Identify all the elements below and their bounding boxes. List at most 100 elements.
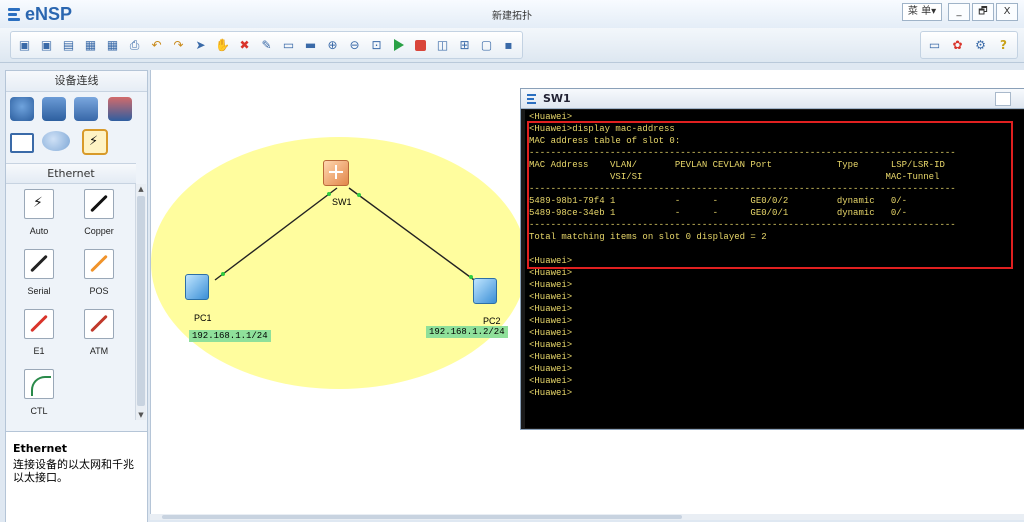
cloud-category-icon[interactable] bbox=[42, 131, 70, 151]
delete-links-icon[interactable]: ✎ bbox=[257, 35, 276, 55]
wireless-category-icon[interactable] bbox=[74, 97, 98, 121]
zoom-in-icon[interactable]: ⊕ bbox=[323, 35, 342, 55]
cable-serial[interactable]: Serial bbox=[16, 249, 62, 305]
menu-button[interactable]: 菜 单▾ bbox=[902, 3, 942, 21]
terminal-app-icon bbox=[527, 93, 539, 104]
ctl-cable-icon bbox=[24, 369, 54, 399]
terminal-line: ----------------------------------------… bbox=[529, 184, 956, 194]
undo-icon[interactable]: ↶ bbox=[147, 35, 166, 55]
pos-cable-icon bbox=[84, 249, 114, 279]
terminal-line: <Huawei> bbox=[529, 112, 573, 122]
serial-cable-icon bbox=[24, 249, 54, 279]
cable-pos[interactable]: POS bbox=[76, 249, 122, 305]
help-icon[interactable]: ? bbox=[994, 35, 1013, 55]
huawei-icon[interactable]: ✿ bbox=[948, 35, 967, 55]
cable-e1[interactable]: E1 bbox=[16, 309, 62, 365]
terminal-titlebar[interactable]: SW1 bbox=[521, 89, 1024, 109]
cable-ctl[interactable]: CTL bbox=[16, 369, 62, 425]
pan-icon[interactable]: ✋ bbox=[213, 35, 232, 55]
terminal-line: ----------------------------------------… bbox=[529, 148, 956, 158]
description-box: Ethernet 连接设备的以太网和千兆以太接口。 bbox=[6, 431, 147, 522]
scroll-thumb[interactable] bbox=[137, 196, 145, 406]
terminal-line: <Huawei> bbox=[529, 316, 573, 326]
pc1-device[interactable] bbox=[185, 274, 215, 306]
settings-icon[interactable]: ⚙ bbox=[971, 35, 990, 55]
redo-icon[interactable]: ↷ bbox=[169, 35, 188, 55]
select-icon[interactable]: ➤ bbox=[191, 35, 210, 55]
restore-button[interactable]: 🗗 bbox=[972, 3, 994, 21]
toolbar-main-group: ▣ ▣ ▤ ▦ ▦ ⎙ ↶ ↷ ➤ ✋ ✖ ✎ ▭ ▬ ⊕ ⊖ ⊡ ◫ ⊞ ▢ ▪ bbox=[10, 31, 523, 59]
switch-label[interactable]: SW1 bbox=[332, 197, 352, 207]
terminal-line: <Huawei> bbox=[529, 328, 573, 338]
console-icon[interactable]: ▪ bbox=[499, 35, 518, 55]
pc2-ip-label[interactable]: 192.168.1.2/24 bbox=[426, 326, 508, 338]
chat-icon[interactable]: ▭ bbox=[925, 35, 944, 55]
terminal-title: SW1 bbox=[543, 92, 571, 105]
new-topology-icon[interactable]: ▣ bbox=[15, 35, 34, 55]
port-status-dot bbox=[327, 192, 331, 196]
save-icon[interactable]: ▦ bbox=[81, 35, 100, 55]
print-icon[interactable]: ⎙ bbox=[125, 35, 144, 55]
pc2-device[interactable] bbox=[473, 278, 503, 310]
terminal-line: Total matching items on slot 0 displayed… bbox=[529, 232, 767, 242]
hscroll-thumb[interactable] bbox=[162, 515, 682, 519]
terminal-line: VSI/SI MAC-Tunnel bbox=[529, 172, 940, 182]
firewall-category-icon[interactable] bbox=[108, 97, 132, 121]
pc1-ip-label[interactable]: 192.168.1.1/24 bbox=[189, 330, 271, 342]
port-status-dot bbox=[221, 272, 225, 276]
cable-copper[interactable]: Copper bbox=[76, 189, 122, 245]
cable-atm[interactable]: ATM bbox=[76, 309, 122, 365]
ethernet-section-title: Ethernet bbox=[6, 163, 136, 184]
port-status-dot bbox=[357, 193, 361, 197]
minimize-button[interactable]: _ bbox=[948, 3, 970, 21]
toolbar: ▣ ▣ ▤ ▦ ▦ ⎙ ↶ ↷ ➤ ✋ ✖ ✎ ▭ ▬ ⊕ ⊖ ⊡ ◫ ⊞ ▢ ▪ ▭ ✿ ⚙? bbox=[0, 28, 1024, 63]
terminal-window[interactable]: SW1 <Huawei> <Huawei>display mac-address M… bbox=[520, 88, 1024, 430]
toolbar-right-group: ▭ ✿ ⚙? bbox=[920, 31, 1018, 59]
start-icon[interactable] bbox=[389, 35, 408, 55]
terminal-line: <Huawei> bbox=[529, 364, 573, 374]
canvas-hscrollbar[interactable] bbox=[150, 514, 1024, 520]
link-sw1-pc1[interactable] bbox=[214, 187, 338, 281]
cable-auto[interactable]: ⚡ Auto bbox=[16, 189, 62, 245]
terminal-restore-button[interactable] bbox=[995, 92, 1011, 106]
topology-icon[interactable]: ⊞ bbox=[455, 35, 474, 55]
atm-cable-icon bbox=[84, 309, 114, 339]
panel-scrollbar[interactable]: ▲ ▼ bbox=[135, 184, 146, 420]
terminal-line: <Huawei> bbox=[529, 340, 573, 350]
fit-icon[interactable]: ⊡ bbox=[367, 35, 386, 55]
save-as-icon[interactable]: ▦ bbox=[103, 35, 122, 55]
open-icon[interactable]: ▤ bbox=[59, 35, 78, 55]
terminal-console[interactable]: <Huawei> <Huawei>display mac-address MAC a… bbox=[525, 110, 1024, 428]
scroll-down-icon[interactable]: ▼ bbox=[136, 410, 146, 420]
scroll-up-icon[interactable]: ▲ bbox=[136, 184, 146, 194]
close-button[interactable]: X bbox=[996, 3, 1018, 21]
terminal-line: <Huawei>display mac-address bbox=[529, 124, 675, 134]
switch-category-icon[interactable] bbox=[42, 97, 66, 121]
switch-icon bbox=[323, 160, 349, 186]
window-icon[interactable]: ▢ bbox=[477, 35, 496, 55]
new-lab-icon[interactable]: ▣ bbox=[37, 35, 56, 55]
text-icon[interactable]: ▭ bbox=[279, 35, 298, 55]
switch-device[interactable] bbox=[323, 160, 351, 188]
delete-icon[interactable]: ✖ bbox=[235, 35, 254, 55]
pc2-label[interactable]: PC2 bbox=[483, 316, 501, 326]
terminal-line: <Huawei> bbox=[529, 352, 573, 362]
description-title: Ethernet bbox=[13, 442, 68, 455]
zoom-out-icon[interactable]: ⊖ bbox=[345, 35, 364, 55]
pc1-label[interactable]: PC1 bbox=[194, 313, 212, 323]
cable-category-icon[interactable]: ⚡ bbox=[82, 129, 108, 155]
pc-category-icon[interactable] bbox=[10, 133, 34, 153]
stop-icon[interactable] bbox=[411, 35, 430, 55]
terminal-line: 5489-98b1-79f4 1 - - GE0/0/2 dynamic 0/- bbox=[529, 196, 908, 206]
terminal-line: <Huawei> bbox=[529, 280, 573, 290]
e1-cable-icon bbox=[24, 309, 54, 339]
terminal-line: <Huawei> bbox=[529, 256, 573, 266]
rectangle-icon[interactable]: ▬ bbox=[301, 35, 320, 55]
pc1-icon bbox=[185, 274, 209, 300]
terminal-line: ----------------------------------------… bbox=[529, 220, 956, 230]
title-bar: eNSP 新建拓扑 菜 单▾ _ 🗗 X bbox=[0, 0, 1024, 29]
link-sw1-pc2[interactable] bbox=[348, 187, 482, 286]
panel-header: 设备连线 bbox=[6, 71, 147, 92]
capture-icon[interactable]: ◫ bbox=[433, 35, 452, 55]
router-category-icon[interactable] bbox=[10, 97, 34, 121]
